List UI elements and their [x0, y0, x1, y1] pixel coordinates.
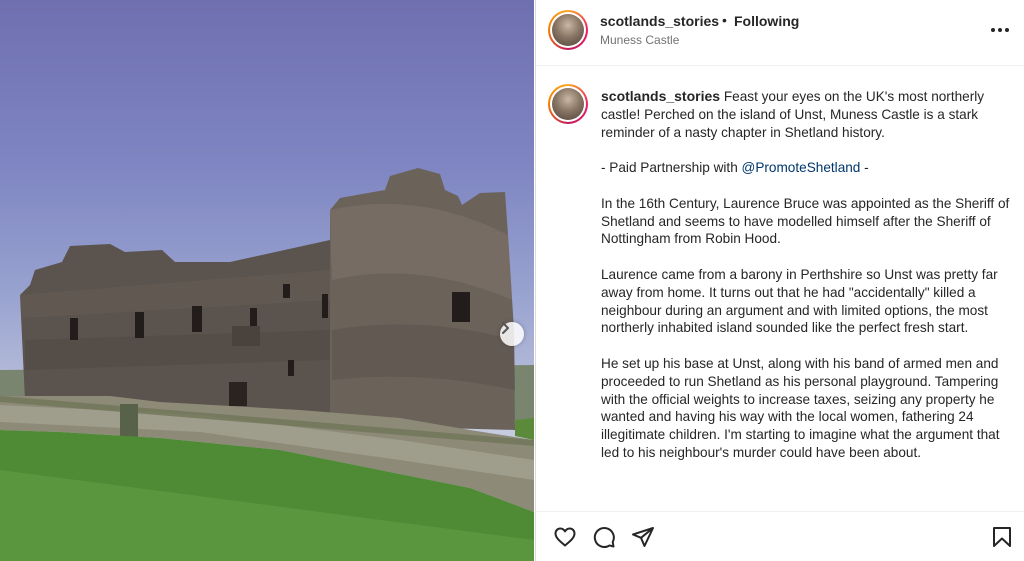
- following-button[interactable]: Following: [734, 13, 799, 29]
- partnership-prefix: - Paid Partnership with: [601, 160, 742, 176]
- bookmark-icon[interactable]: [990, 525, 1014, 549]
- header-username[interactable]: scotlands_stories: [600, 13, 719, 29]
- caption-paragraph: In the 16th Century, Laurence Bruce was …: [601, 195, 1010, 247]
- separator-dot: •: [722, 12, 727, 28]
- caption-paragraph: Laurence came from a barony in Perthshir…: [601, 266, 998, 336]
- next-image-button[interactable]: [500, 322, 524, 346]
- caption-paragraph: He set up his base at Unst, along with h…: [601, 355, 1000, 460]
- location-link[interactable]: Muness Castle: [600, 33, 679, 47]
- caption-intro: scotlands_stories Feast your eyes on the…: [601, 88, 1017, 141]
- caption-avatar[interactable]: [548, 84, 588, 124]
- post-header: scotlands_stories • Following Muness Cas…: [536, 0, 1024, 66]
- partnership-suffix: -: [860, 160, 869, 176]
- heart-icon[interactable]: [553, 525, 577, 549]
- more-options-icon[interactable]: [988, 22, 1012, 38]
- post-side-panel: scotlands_stories • Following Muness Cas…: [535, 0, 1024, 561]
- caption-section: scotlands_stories Feast your eyes on the…: [536, 66, 1024, 511]
- post-actions-bar: [536, 511, 1024, 561]
- chevron-right-icon: [502, 322, 509, 334]
- post-image[interactable]: [0, 0, 534, 561]
- share-icon[interactable]: [631, 525, 655, 549]
- avatar[interactable]: [548, 10, 588, 50]
- caption-partnership: - Paid Partnership with @PromoteShetland…: [601, 159, 1017, 177]
- comment-icon[interactable]: [592, 525, 616, 549]
- caption-text: scotlands_stories Feast your eyes on the…: [601, 88, 1017, 480]
- partner-mention-link[interactable]: @PromoteShetland: [742, 160, 861, 175]
- castle-photo: [0, 168, 534, 561]
- caption-username[interactable]: scotlands_stories: [601, 88, 720, 104]
